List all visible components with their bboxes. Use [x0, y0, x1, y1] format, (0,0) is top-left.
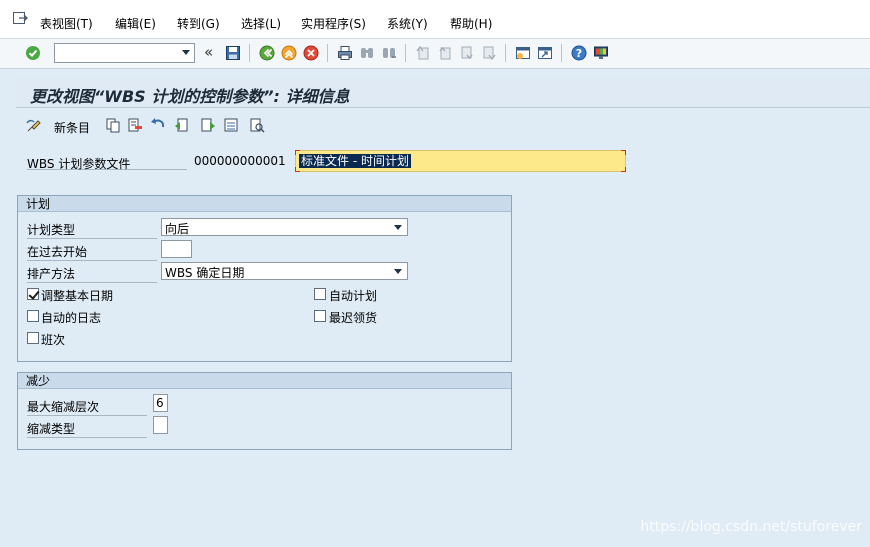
next-page-icon[interactable]	[459, 45, 475, 61]
focus-corner	[621, 167, 626, 172]
auto-schedule-checkbox[interactable]	[314, 288, 326, 300]
save-icon[interactable]	[225, 45, 241, 61]
menu-help[interactable]: 帮助(H)	[450, 15, 492, 32]
shortcut-icon[interactable]	[537, 45, 553, 61]
auto-log-checkbox[interactable]	[27, 310, 39, 322]
find-icon[interactable]	[359, 45, 375, 61]
command-input[interactable]	[55, 44, 173, 62]
print-preview-icon[interactable]	[249, 117, 265, 133]
chevron-down-icon[interactable]	[394, 225, 402, 230]
print-icon[interactable]	[337, 45, 353, 61]
wbs-profile-key: 000000000001	[194, 154, 286, 168]
auto-schedule-label: 自动计划	[329, 289, 378, 303]
watermark-text: https://blog.csdn.net/stuforever	[640, 519, 862, 535]
toolbar-separator	[249, 44, 250, 62]
exit-icon[interactable]	[281, 45, 297, 61]
menu-bar: 表视图(T) 编辑(E) 转到(G) 选择(L) 实用程序(S) 系统(Y) 帮…	[0, 0, 870, 39]
undo-change-icon[interactable]	[150, 117, 166, 133]
menu-edit[interactable]: 编辑(E)	[115, 15, 156, 32]
create-session-icon[interactable]	[515, 45, 531, 61]
scheduling-method-dropdown[interactable]: WBS 确定日期	[161, 262, 408, 280]
back-icon[interactable]	[259, 45, 275, 61]
menu-table-view[interactable]: 表视图(T)	[40, 15, 93, 32]
start-in-past-input[interactable]	[161, 240, 192, 258]
planning-group-title: 计划	[18, 196, 511, 212]
application-toolbar: 新条目	[16, 113, 870, 139]
focus-corner	[295, 167, 300, 172]
wbs-profile-label: WBS 计划参数文件	[27, 154, 187, 171]
customize-layout-icon[interactable]	[593, 45, 609, 61]
help-icon[interactable]: ?	[571, 45, 587, 61]
menu-selection[interactable]: 选择(L)	[241, 15, 281, 32]
focus-corner	[295, 150, 300, 155]
enter-icon[interactable]	[25, 45, 41, 61]
reduction-type-input[interactable]	[153, 416, 168, 434]
display-change-icon[interactable]	[26, 117, 42, 133]
chevron-down-icon[interactable]	[182, 50, 190, 55]
menu-goto[interactable]: 转到(G)	[177, 15, 220, 32]
toolbar-separator	[561, 44, 562, 62]
latest-staging-label: 最迟领货	[329, 311, 378, 325]
page-title: 更改视图“WBS 计划的控制参数”: 详细信息	[30, 87, 350, 106]
plan-type-value: 向后	[165, 222, 190, 236]
chevron-down-icon[interactable]	[394, 269, 402, 274]
max-reduction-level-label: 最大缩减层次	[27, 398, 147, 416]
wbs-profile-description-field[interactable]: 标准文件 - 时间计划	[295, 150, 626, 172]
reduction-group-title: 减少	[18, 373, 511, 389]
next-entry-icon[interactable]	[200, 117, 216, 133]
find-next-icon[interactable]	[381, 45, 397, 61]
shift-checkbox[interactable]	[27, 332, 39, 344]
wbs-profile-description-text: 标准文件 - 时间计划	[299, 154, 411, 168]
planning-group: 计划 计划类型 向后 在过去开始 排产方法 WBS 确定日期 调整基本日期 自动…	[17, 195, 512, 362]
scheduling-method-label: 排产方法	[27, 265, 157, 283]
title-bar: 更改视图“WBS 计划的控制参数”: 详细信息	[16, 78, 870, 108]
latest-staging-checkbox[interactable]	[314, 310, 326, 322]
reduction-group: 减少 最大缩减层次 6 缩减类型	[17, 372, 512, 450]
shift-label: 班次	[41, 333, 66, 347]
auto-log-label: 自动的日志	[41, 311, 102, 325]
adjust-basic-dates-label: 调整基本日期	[41, 289, 114, 303]
delete-icon[interactable]	[127, 117, 143, 133]
max-reduction-level-value: 6	[156, 396, 164, 410]
menu-system[interactable]: 系统(Y)	[387, 15, 428, 32]
start-in-past-label: 在过去开始	[27, 243, 157, 261]
command-field-toggle-icon[interactable]: «	[204, 43, 220, 61]
first-page-icon[interactable]	[415, 45, 431, 61]
previous-entry-icon[interactable]	[174, 117, 190, 133]
toolbar-separator	[327, 44, 328, 62]
adjust-basic-dates-checkbox[interactable]	[27, 288, 39, 300]
copy-as-icon[interactable]	[105, 117, 121, 133]
toolbar-separator	[505, 44, 506, 62]
menu-utilities[interactable]: 实用程序(S)	[301, 15, 366, 32]
toolbar-separator	[405, 44, 406, 62]
focus-corner	[621, 150, 626, 155]
max-reduction-level-input[interactable]: 6	[153, 394, 168, 412]
standard-toolbar: « ?	[0, 39, 870, 69]
reduction-type-label: 缩减类型	[27, 420, 147, 438]
plan-type-label: 计划类型	[27, 221, 157, 239]
select-all-icon[interactable]	[223, 117, 239, 133]
plan-type-dropdown[interactable]: 向后	[161, 218, 408, 236]
cancel-icon[interactable]	[303, 45, 319, 61]
last-page-icon[interactable]	[481, 45, 497, 61]
menu-exit-icon[interactable]	[12, 10, 28, 26]
svg-text:?: ?	[576, 47, 582, 60]
previous-page-icon[interactable]	[437, 45, 453, 61]
command-field[interactable]	[54, 43, 195, 63]
scheduling-method-value: WBS 确定日期	[165, 266, 245, 280]
new-entries-button[interactable]: 新条目	[54, 119, 90, 136]
